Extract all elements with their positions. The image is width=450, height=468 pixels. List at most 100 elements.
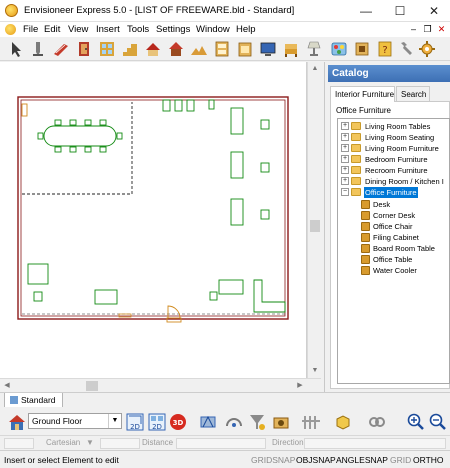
horizontal-scrollbar[interactable]: ◀ ▶ [0,378,321,392]
tree-item-water-cooler[interactable]: Water Cooler [338,265,449,276]
box-icon[interactable] [333,412,353,432]
tree-item-filing-cabinet[interactable]: Filing Cabinet [338,232,449,243]
lamp-icon[interactable] [305,40,323,58]
scroll-left-arrow[interactable]: ◀ [0,379,14,393]
tab-search[interactable]: Search [396,86,430,101]
maximize-button[interactable]: ☐ [384,0,416,22]
menu-file[interactable]: File [23,24,38,35]
corner-desk[interactable] [253,279,286,313]
render-icon[interactable] [247,412,267,432]
furniture-icon[interactable] [282,40,300,58]
tree-item-corner-desk[interactable]: Corner Desk [338,210,449,221]
tree-item-bedroom-furniture[interactable]: + Bedroom Furniture [338,154,449,165]
chair-bottom-right[interactable] [209,291,218,301]
menu-help[interactable]: Help [236,24,256,35]
stairs-icon[interactable] [121,40,139,58]
settings-icon[interactable] [418,40,436,58]
link-icon[interactable] [367,412,387,432]
tree-item-desk[interactable]: Desk [338,199,449,210]
office-chairs-top[interactable] [162,99,215,112]
tree-item-living-room-furniture[interactable]: + Living Room Furniture [338,143,449,154]
menu-edit[interactable]: Edit [44,24,60,35]
scroll-down-arrow[interactable]: ▼ [308,364,322,378]
door-icon[interactable] [75,40,93,58]
menu-insert[interactable]: Insert [96,24,120,35]
appliance-icon[interactable] [236,40,254,58]
tree-item-living-room-seating[interactable]: + Living Room Seating [338,132,449,143]
tree-item-office-furniture[interactable]: − Office Furniture [338,187,449,198]
zoom-in-icon[interactable] [406,412,426,432]
coord-mode-label[interactable]: Cartesian [46,438,80,449]
scroll-up-arrow[interactable]: ▲ [308,62,322,76]
camera-icon[interactable] [271,412,291,432]
board-room-table[interactable] [37,119,123,153]
roof-icon[interactable] [144,40,162,58]
house-roof-icon[interactable] [167,40,185,58]
expand-toggle[interactable]: + [341,166,349,174]
cabinet-icon[interactable] [213,40,231,58]
menu-tools[interactable]: Tools [127,24,149,35]
objsnap-toggle[interactable]: OBJSNAP [296,455,336,465]
terrain-icon[interactable] [190,40,208,58]
office-table[interactable] [94,289,118,305]
paint-icon[interactable] [330,40,348,58]
expand-toggle[interactable]: + [341,122,349,130]
inner-wall[interactable] [20,99,286,317]
vertical-scroll-thumb[interactable] [310,220,320,232]
window-icon[interactable] [98,40,116,58]
coord-y-field[interactable] [100,438,140,449]
chevron-down-icon[interactable]: ▼ [108,414,121,428]
mdi-minimize-button[interactable]: – [408,24,419,35]
catalog-tree[interactable]: + Living Room Tables + Living Room Seati… [337,118,450,384]
distance-field[interactable] [176,438,266,449]
minimize-button[interactable]: — [350,0,382,22]
pencil-icon[interactable] [30,40,48,58]
window-opening[interactable] [118,313,132,318]
menu-window[interactable]: Window [196,24,230,35]
document-icon[interactable] [5,24,16,35]
outer-wall[interactable] [17,96,289,320]
expand-toggle[interactable]: + [341,177,349,185]
vertical-scrollbar[interactable]: ▲ ▼ [307,62,321,378]
plan-2d-alt-button[interactable]: 2D [147,412,167,432]
direction-field[interactable] [304,438,446,449]
floor-select[interactable]: Ground Floor ▼ [28,413,122,429]
ortho-toggle[interactable]: ORTHO [413,455,444,465]
close-button[interactable]: ✕ [418,0,450,22]
desks-column[interactable] [230,107,270,226]
mdi-restore-button[interactable]: ❐ [422,24,433,35]
material-icon[interactable] [353,40,371,58]
tools-icon[interactable] [397,40,415,58]
scroll-right-arrow[interactable]: ▶ [293,379,307,393]
rotate-view-icon[interactable] [198,412,218,432]
office-chair-bottom[interactable] [33,291,43,302]
fence-icon[interactable] [301,412,321,432]
walk-through-icon[interactable] [224,412,244,432]
tree-item-dining-room-kitchen[interactable]: + Dining Room / Kitchen I [338,176,449,187]
room-divider[interactable] [22,102,133,195]
wall-icon[interactable] [52,40,70,58]
anglesnap-toggle[interactable]: ANGLESNAP [336,455,388,465]
tab-interior-furniture[interactable]: Interior Furniture [330,86,395,102]
desk-bottom[interactable] [218,279,244,295]
help-icon[interactable]: ? [376,40,394,58]
filing-cabinet[interactable] [27,263,49,285]
chevron-down-icon[interactable]: ▼ [86,438,94,449]
mdi-close-button[interactable]: ✕ [436,24,447,35]
gridsnap-toggle[interactable]: GRIDSNAP [251,455,295,465]
expand-toggle[interactable]: + [341,133,349,141]
app-logo-icon[interactable] [5,4,18,17]
zoom-out-icon[interactable] [428,412,448,432]
collapse-toggle[interactable]: − [341,188,349,196]
tree-item-living-room-tables[interactable]: + Living Room Tables [338,121,449,132]
tab-standard[interactable]: Standard [4,393,63,408]
tree-item-office-table[interactable]: Office Table [338,254,449,265]
horizontal-scroll-thumb[interactable] [86,381,98,391]
grid-toggle[interactable]: GRID [390,455,411,465]
view-3d-button[interactable]: 3D [168,412,188,432]
menu-view[interactable]: View [68,24,88,35]
monitor-icon[interactable] [259,40,277,58]
coord-x-field[interactable] [4,438,34,449]
plan-2d-button[interactable]: 2D [125,412,145,432]
drawing-canvas[interactable] [0,62,307,378]
